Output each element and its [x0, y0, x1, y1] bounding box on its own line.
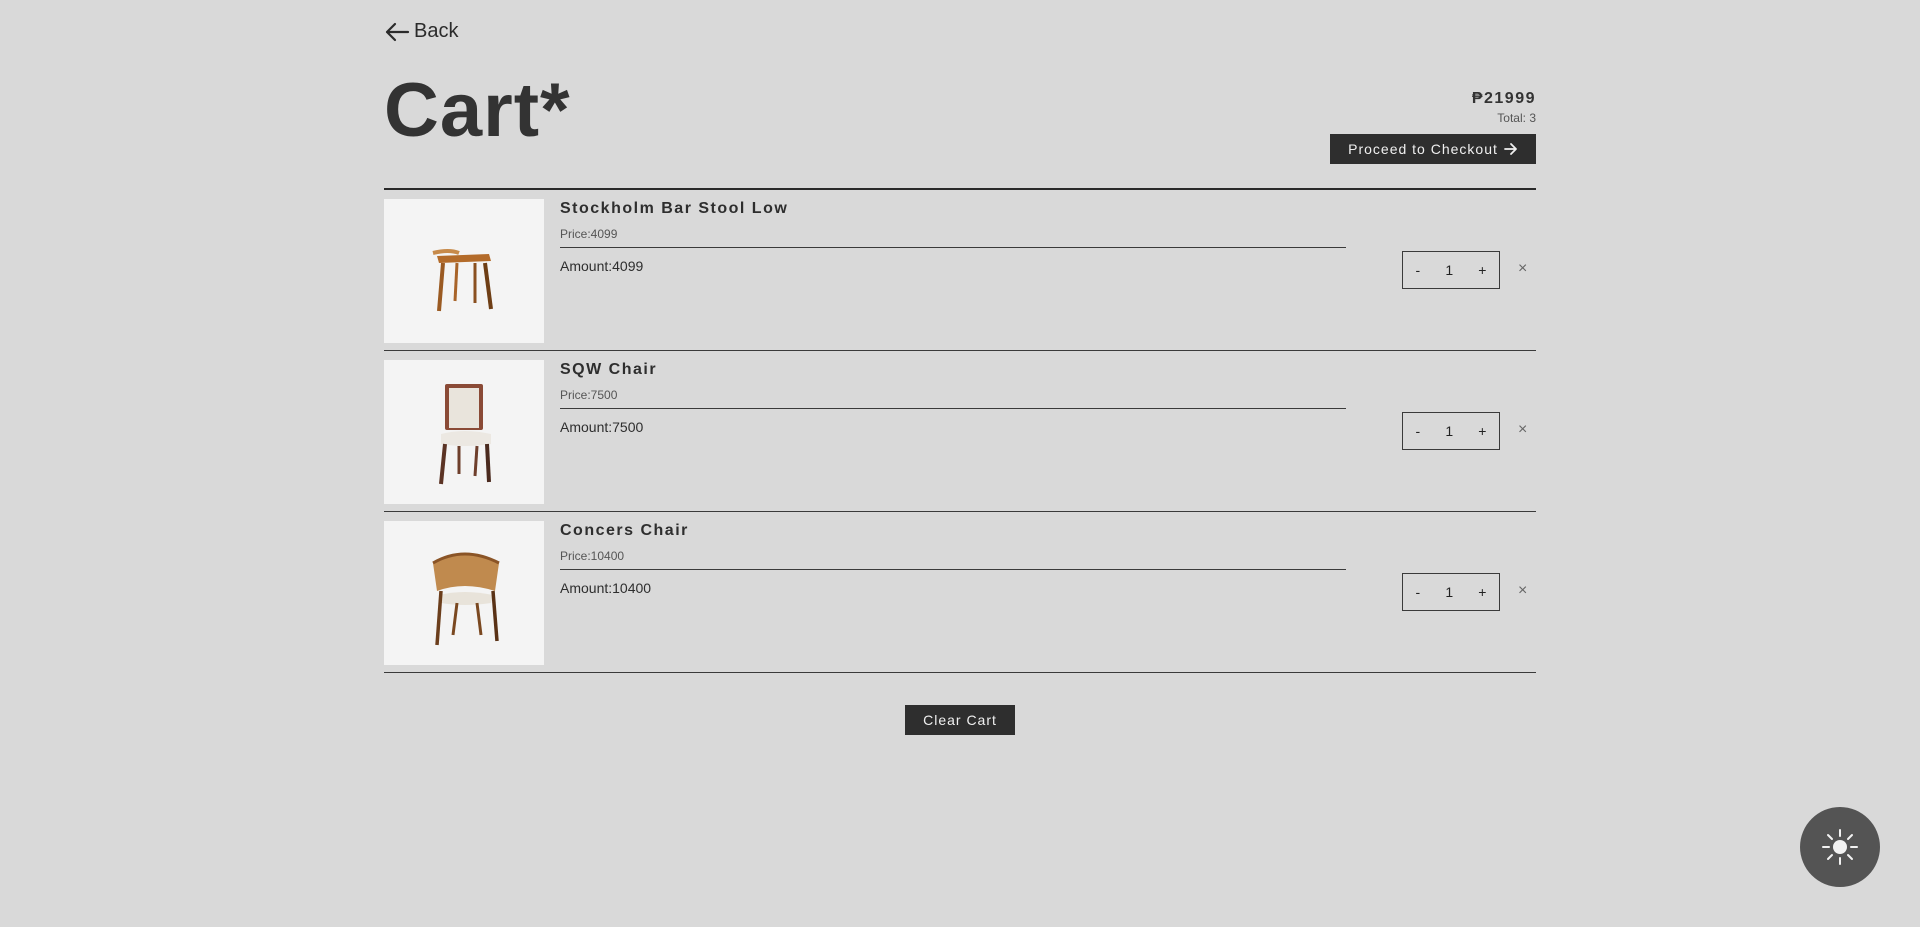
remove-item-button[interactable]: ×	[1518, 582, 1527, 600]
item-name[interactable]: Concers Chair	[560, 521, 1346, 541]
quantity-stepper: - 1 +	[1402, 412, 1500, 450]
decrement-button[interactable]: -	[1412, 262, 1425, 278]
item-price: Price:10400	[560, 549, 1346, 570]
product-image[interactable]	[384, 199, 544, 343]
back-link[interactable]: Back	[384, 20, 458, 43]
item-amount: Amount:10400	[560, 580, 652, 596]
item-price: Price:7500	[560, 388, 1346, 409]
remove-item-button[interactable]: ×	[1518, 421, 1527, 439]
product-image[interactable]	[384, 360, 544, 504]
upholstered-chair-image	[439, 384, 491, 485]
item-info: Stockholm Bar Stool Low Price:4099 Amoun…	[560, 199, 1346, 274]
product-image[interactable]	[384, 521, 544, 665]
increment-button[interactable]: +	[1474, 584, 1490, 600]
quantity-stepper: - 1 +	[1402, 573, 1500, 611]
checkout-button[interactable]: Proceed to Checkout	[1330, 134, 1536, 164]
cart-item-count: Total: 3	[1497, 111, 1536, 125]
item-price: Price:4099	[560, 227, 1346, 248]
quantity-stepper: - 1 +	[1402, 251, 1500, 289]
bar-stool-image	[432, 249, 493, 312]
cart-item-list: Stockholm Bar Stool Low Price:4099 Amoun…	[384, 188, 1536, 673]
clear-cart-button[interactable]: Clear Cart	[905, 705, 1015, 735]
quantity-value: 1	[1445, 423, 1454, 439]
item-info: Concers Chair Price:10400 Amount:10400	[560, 521, 1346, 596]
item-name[interactable]: Stockholm Bar Stool Low	[560, 199, 1346, 219]
cart-summary: ₱21999 Total: 3	[1472, 90, 1536, 125]
cart-item: SQW Chair Price:7500 Amount:7500 - 1 + ×	[384, 351, 1536, 512]
item-info: SQW Chair Price:7500 Amount:7500	[560, 360, 1346, 435]
quantity-value: 1	[1445, 262, 1454, 278]
increment-button[interactable]: +	[1474, 423, 1490, 439]
increment-button[interactable]: +	[1474, 262, 1490, 278]
checkout-label: Proceed to Checkout	[1348, 141, 1498, 157]
theme-toggle-button[interactable]	[1800, 807, 1880, 887]
cane-armchair-image	[432, 552, 500, 646]
cart-page: Back Cart* ₱21999 Total: 3 Proceed to Ch…	[384, 0, 1536, 927]
page-title: Cart*	[384, 68, 571, 153]
item-amount: Amount:7500	[560, 419, 644, 435]
decrement-button[interactable]: -	[1412, 423, 1425, 439]
item-name[interactable]: SQW Chair	[560, 360, 1346, 380]
arrow-right-icon	[1503, 143, 1517, 155]
remove-item-button[interactable]: ×	[1518, 260, 1527, 278]
back-label: Back	[414, 20, 459, 42]
decrement-button[interactable]: -	[1412, 584, 1425, 600]
cart-item: Stockholm Bar Stool Low Price:4099 Amoun…	[384, 190, 1536, 351]
quantity-value: 1	[1445, 584, 1454, 600]
item-amount: Amount:4099	[560, 258, 644, 274]
cart-total-price: ₱21999	[1471, 90, 1536, 107]
cart-item: Concers Chair Price:10400 Amount:10400 -…	[384, 512, 1536, 673]
sun-icon	[1822, 829, 1858, 865]
arrow-left-icon	[385, 22, 410, 41]
